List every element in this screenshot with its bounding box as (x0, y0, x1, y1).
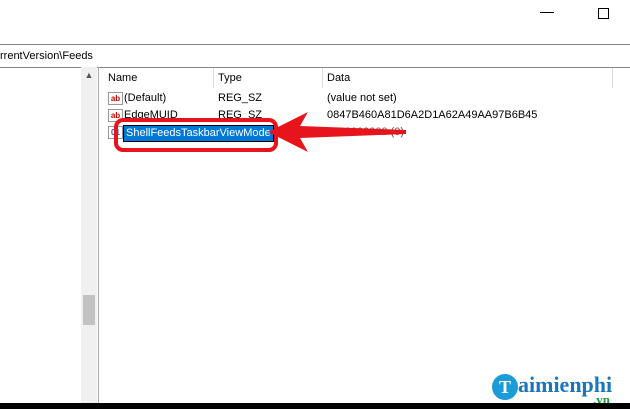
arrow-icon (268, 112, 406, 152)
value-name: (Default) (124, 92, 167, 104)
title-bar (0, 0, 630, 40)
string-value-icon: ab (108, 92, 123, 105)
column-header-name[interactable]: Name (108, 70, 137, 86)
tree-scrollbar[interactable] (81, 67, 97, 403)
column-header-data[interactable]: Data (327, 70, 350, 86)
highlight-outline (114, 118, 278, 152)
column-divider[interactable] (612, 68, 613, 88)
scrollbar-thumb[interactable] (83, 295, 95, 325)
scroll-up-icon[interactable]: ▲ (81, 67, 97, 83)
address-text: rrentVersion\Feeds (0, 50, 93, 62)
column-header-type[interactable]: Type (218, 70, 242, 86)
value-type: REG_SZ (218, 92, 263, 104)
column-divider[interactable] (322, 68, 323, 88)
minimize-button[interactable] (540, 12, 554, 13)
column-divider[interactable] (213, 68, 214, 88)
address-bar[interactable]: rrentVersion\Feeds (0, 44, 630, 68)
maximize-button[interactable] (598, 8, 609, 19)
bottom-border (0, 403, 630, 409)
value-data: (value not set) (327, 92, 397, 104)
table-row[interactable]: ab (Default) REG_SZ (value not set) (108, 90, 608, 107)
